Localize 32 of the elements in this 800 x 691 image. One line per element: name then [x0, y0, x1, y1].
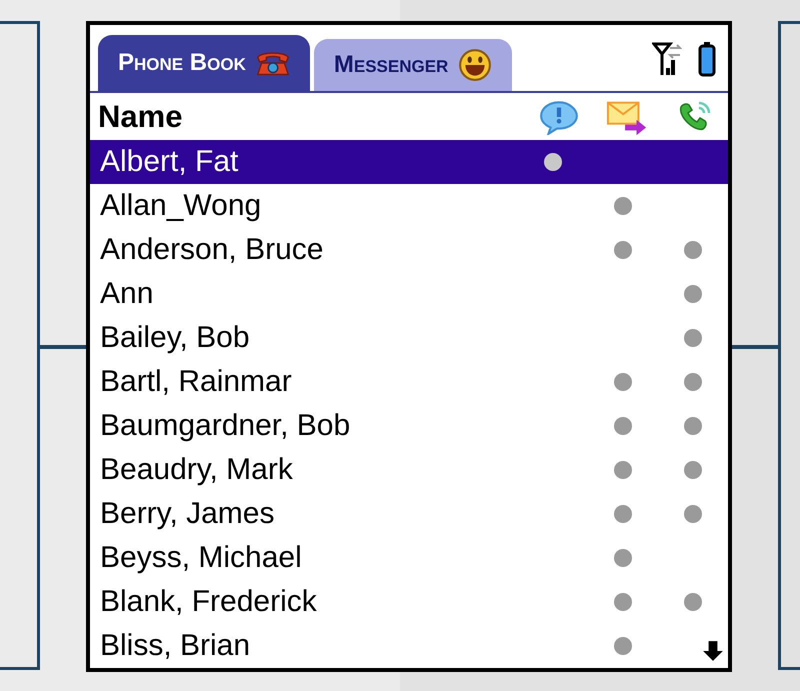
contact-row[interactable]: Bliss, Brian	[90, 624, 728, 668]
contact-row[interactable]: Beyss, Michael	[90, 536, 728, 580]
contact-row[interactable]: Baumgardner, Bob	[90, 404, 728, 448]
contact-row[interactable]: Bartl, Rainmar	[90, 360, 728, 404]
contact-name: Beyss, Michael	[100, 541, 303, 575]
contact-row[interactable]: Ann	[90, 272, 728, 316]
contact-row[interactable]: Blank, Frederick	[90, 580, 728, 624]
contact-row[interactable]: Allan_Wong	[90, 184, 728, 228]
signal-icon	[652, 41, 682, 78]
contact-name: Baumgardner, Bob	[100, 409, 352, 443]
contact-name: Berry, James	[100, 497, 276, 531]
contact-name: Blank, Frederick	[100, 585, 318, 619]
contact-row[interactable]: Berry, James	[90, 492, 728, 536]
contact-name: Beaudry, Mark	[100, 453, 294, 487]
envelope-arrow-icon	[606, 98, 648, 135]
contact-row[interactable]: Bailey, Bob	[90, 316, 728, 360]
tab[interactable]: Messenger	[314, 39, 512, 92]
column-header: Name	[98, 98, 182, 135]
contact-name: Bartl, Rainmar	[100, 365, 293, 399]
contact-name: Bailey, Bob	[100, 321, 251, 355]
contact-name: Bliss, Brian	[100, 629, 252, 663]
scroll-down-arrow-icon[interactable]	[702, 640, 724, 662]
battery-icon	[698, 40, 716, 78]
chat-bubble-icon	[538, 98, 580, 135]
contact-name: Ann	[100, 277, 154, 311]
contact-row[interactable]: Anderson, Bruce	[90, 228, 728, 272]
contact-name: Albert, Fat	[100, 145, 240, 179]
contact-name: Anderson, Bruce	[100, 233, 324, 267]
contact-name: Allan_Wong	[100, 189, 262, 223]
contact-row[interactable]: Albert, Fat	[90, 140, 728, 184]
tab[interactable]: Phone Book	[98, 35, 310, 92]
contact-row[interactable]: Beaudry, Mark	[90, 448, 728, 492]
